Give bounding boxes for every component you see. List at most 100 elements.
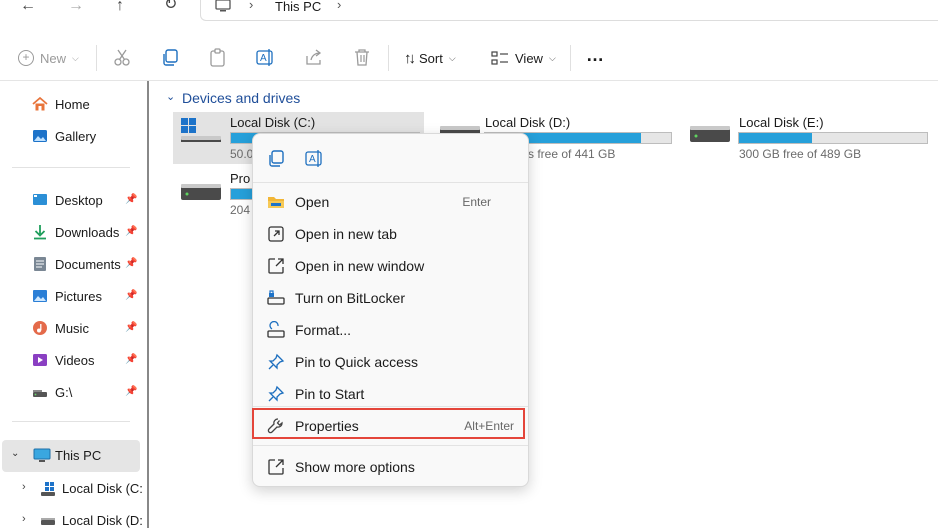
forward-arrow-icon[interactable]: → [68,0,84,14]
delete-icon[interactable] [353,48,371,67]
svg-text:A: A [309,154,316,165]
menu-item-label: Turn on BitLocker [295,290,405,306]
toolbar-divider [570,45,571,71]
format-drive-icon [267,321,285,338]
sidebar-item-local-disk-d[interactable]: › Local Disk (D: [20,511,148,531]
menu-item-format[interactable]: Format... [253,314,528,346]
sidebar-item-label: Local Disk (D: [62,513,143,528]
rename-icon[interactable]: A [305,149,324,168]
sidebar-item-videos[interactable]: Videos [32,350,95,370]
view-button[interactable]: View ⌵ [491,48,556,68]
new-button[interactable]: + New ⌵ [18,48,79,68]
view-label: View [515,50,543,66]
section-header-devices[interactable]: Devices and drives [182,90,300,106]
menu-item-label: Pin to Start [295,386,365,402]
address-bar-row: ← → ↑ ↻ › This PC › [0,0,938,22]
svg-text:A: A [260,53,267,64]
plus-circle-icon: + [18,50,34,66]
sidebar-item-documents[interactable]: Documents [32,254,121,274]
sidebar-item-desktop[interactable]: Desktop [32,190,103,210]
sidebar-divider [12,421,130,422]
sidebar-item-local-disk-c[interactable]: › Local Disk (C: [20,479,148,499]
pin-icon [268,385,285,402]
sidebar-item-this-pc[interactable]: ⌄ This PC [2,440,140,472]
refresh-icon[interactable]: ↻ [164,0,177,13]
sidebar-scrollbar[interactable] [147,81,149,528]
chevron-down-icon: ⌵ [72,52,79,63]
pin-icon[interactable]: 📌 [125,386,137,397]
drive-name: Local Disk (C:) [230,115,316,130]
drive-tile-e[interactable]: Local Disk (E:) 300 GB free of 489 GB [686,112,930,164]
sidebar-divider [12,167,130,168]
windows-drive-icon [181,118,221,142]
menu-item-open-new-window[interactable]: Open in new window [253,250,528,282]
toolbar-divider [388,45,389,71]
menu-item-shortcut: Enter [462,195,491,209]
menu-item-open-new-tab[interactable]: Open in new tab [253,218,528,250]
sidebar-item-label: G:\ [55,384,73,400]
usb-drive-icon [33,390,47,397]
gallery-icon [33,130,47,142]
pin-icon[interactable]: 📌 [125,258,137,269]
navigation-pane: Home Gallery Desktop 📌 Downloads 📌 Docum… [0,81,148,528]
sidebar-item-gallery[interactable]: Gallery [32,126,96,146]
up-arrow-icon[interactable]: ↑ [116,0,124,14]
new-tab-icon [268,226,284,242]
sidebar-item-g-drive[interactable]: G:\ [32,382,72,402]
more-dots-icon: … [586,44,605,65]
pin-icon[interactable]: 📌 [125,226,137,237]
menu-item-open[interactable]: Open Enter [253,186,528,218]
drive-tile-pro[interactable]: Pro 204 [173,168,253,220]
chevron-right-icon[interactable]: › [22,513,26,525]
more-options-button[interactable]: … [586,45,605,65]
drive-free-text: 50.0 [230,147,254,161]
pin-icon[interactable]: 📌 [125,194,137,205]
view-list-icon [491,51,508,65]
command-bar [0,34,938,81]
sidebar-item-home[interactable]: Home [32,94,90,114]
sidebar-item-label: Documents [55,256,121,272]
sidebar-item-downloads[interactable]: Downloads [32,222,119,242]
sidebar-item-label: Desktop [55,192,103,208]
menu-item-pin-quick-access[interactable]: Pin to Quick access [253,346,528,378]
chevron-down-icon: ⌵ [448,52,456,63]
sidebar-item-pictures[interactable]: Pictures [32,286,102,306]
sidebar-item-label: Pictures [55,288,102,304]
drive-name: Local Disk (E:) [739,115,824,130]
computer-icon [33,448,51,462]
open-external-icon [268,258,284,274]
home-icon [32,96,48,111]
chevron-right-icon[interactable]: › [22,481,26,493]
sidebar-item-label: Local Disk (C: [62,481,143,496]
paste-icon[interactable] [209,48,227,67]
rename-icon[interactable]: A [256,48,275,67]
sort-button[interactable]: ↑↓ Sort ⌵ [404,48,456,68]
sidebar-item-label: Gallery [55,128,97,144]
pin-icon[interactable]: 📌 [125,354,137,365]
copy-icon[interactable] [161,49,179,67]
share-icon[interactable] [304,48,323,67]
menu-item-show-more-options[interactable]: Show more options [253,451,528,483]
copy-icon[interactable] [267,150,285,168]
documents-icon [34,257,46,271]
chevron-down-icon[interactable]: ⌄ [11,448,19,459]
pin-icon[interactable]: 📌 [125,290,137,301]
drive-usage-bar [738,132,928,144]
menu-item-label: Open in new window [295,258,425,274]
sidebar-item-label: Home [55,96,90,112]
address-box[interactable]: › This PC › [200,0,938,21]
folder-open-icon [268,197,284,208]
back-arrow-icon[interactable]: ← [20,0,36,14]
toolbar-divider [96,45,97,71]
pictures-icon [33,290,47,302]
pin-icon [268,353,285,370]
cut-icon[interactable] [113,49,131,67]
sidebar-item-music[interactable]: Music [32,318,89,338]
desktop-icon [33,194,47,205]
breadcrumb-this-pc[interactable]: This PC [275,0,321,14]
pin-icon[interactable]: 📌 [125,322,137,333]
download-icon [34,225,46,240]
menu-item-bitlocker[interactable]: Turn on BitLocker [253,282,528,314]
breadcrumb-chevron-icon[interactable]: › [337,0,341,12]
chevron-down-icon[interactable]: ⌄ [166,90,175,103]
